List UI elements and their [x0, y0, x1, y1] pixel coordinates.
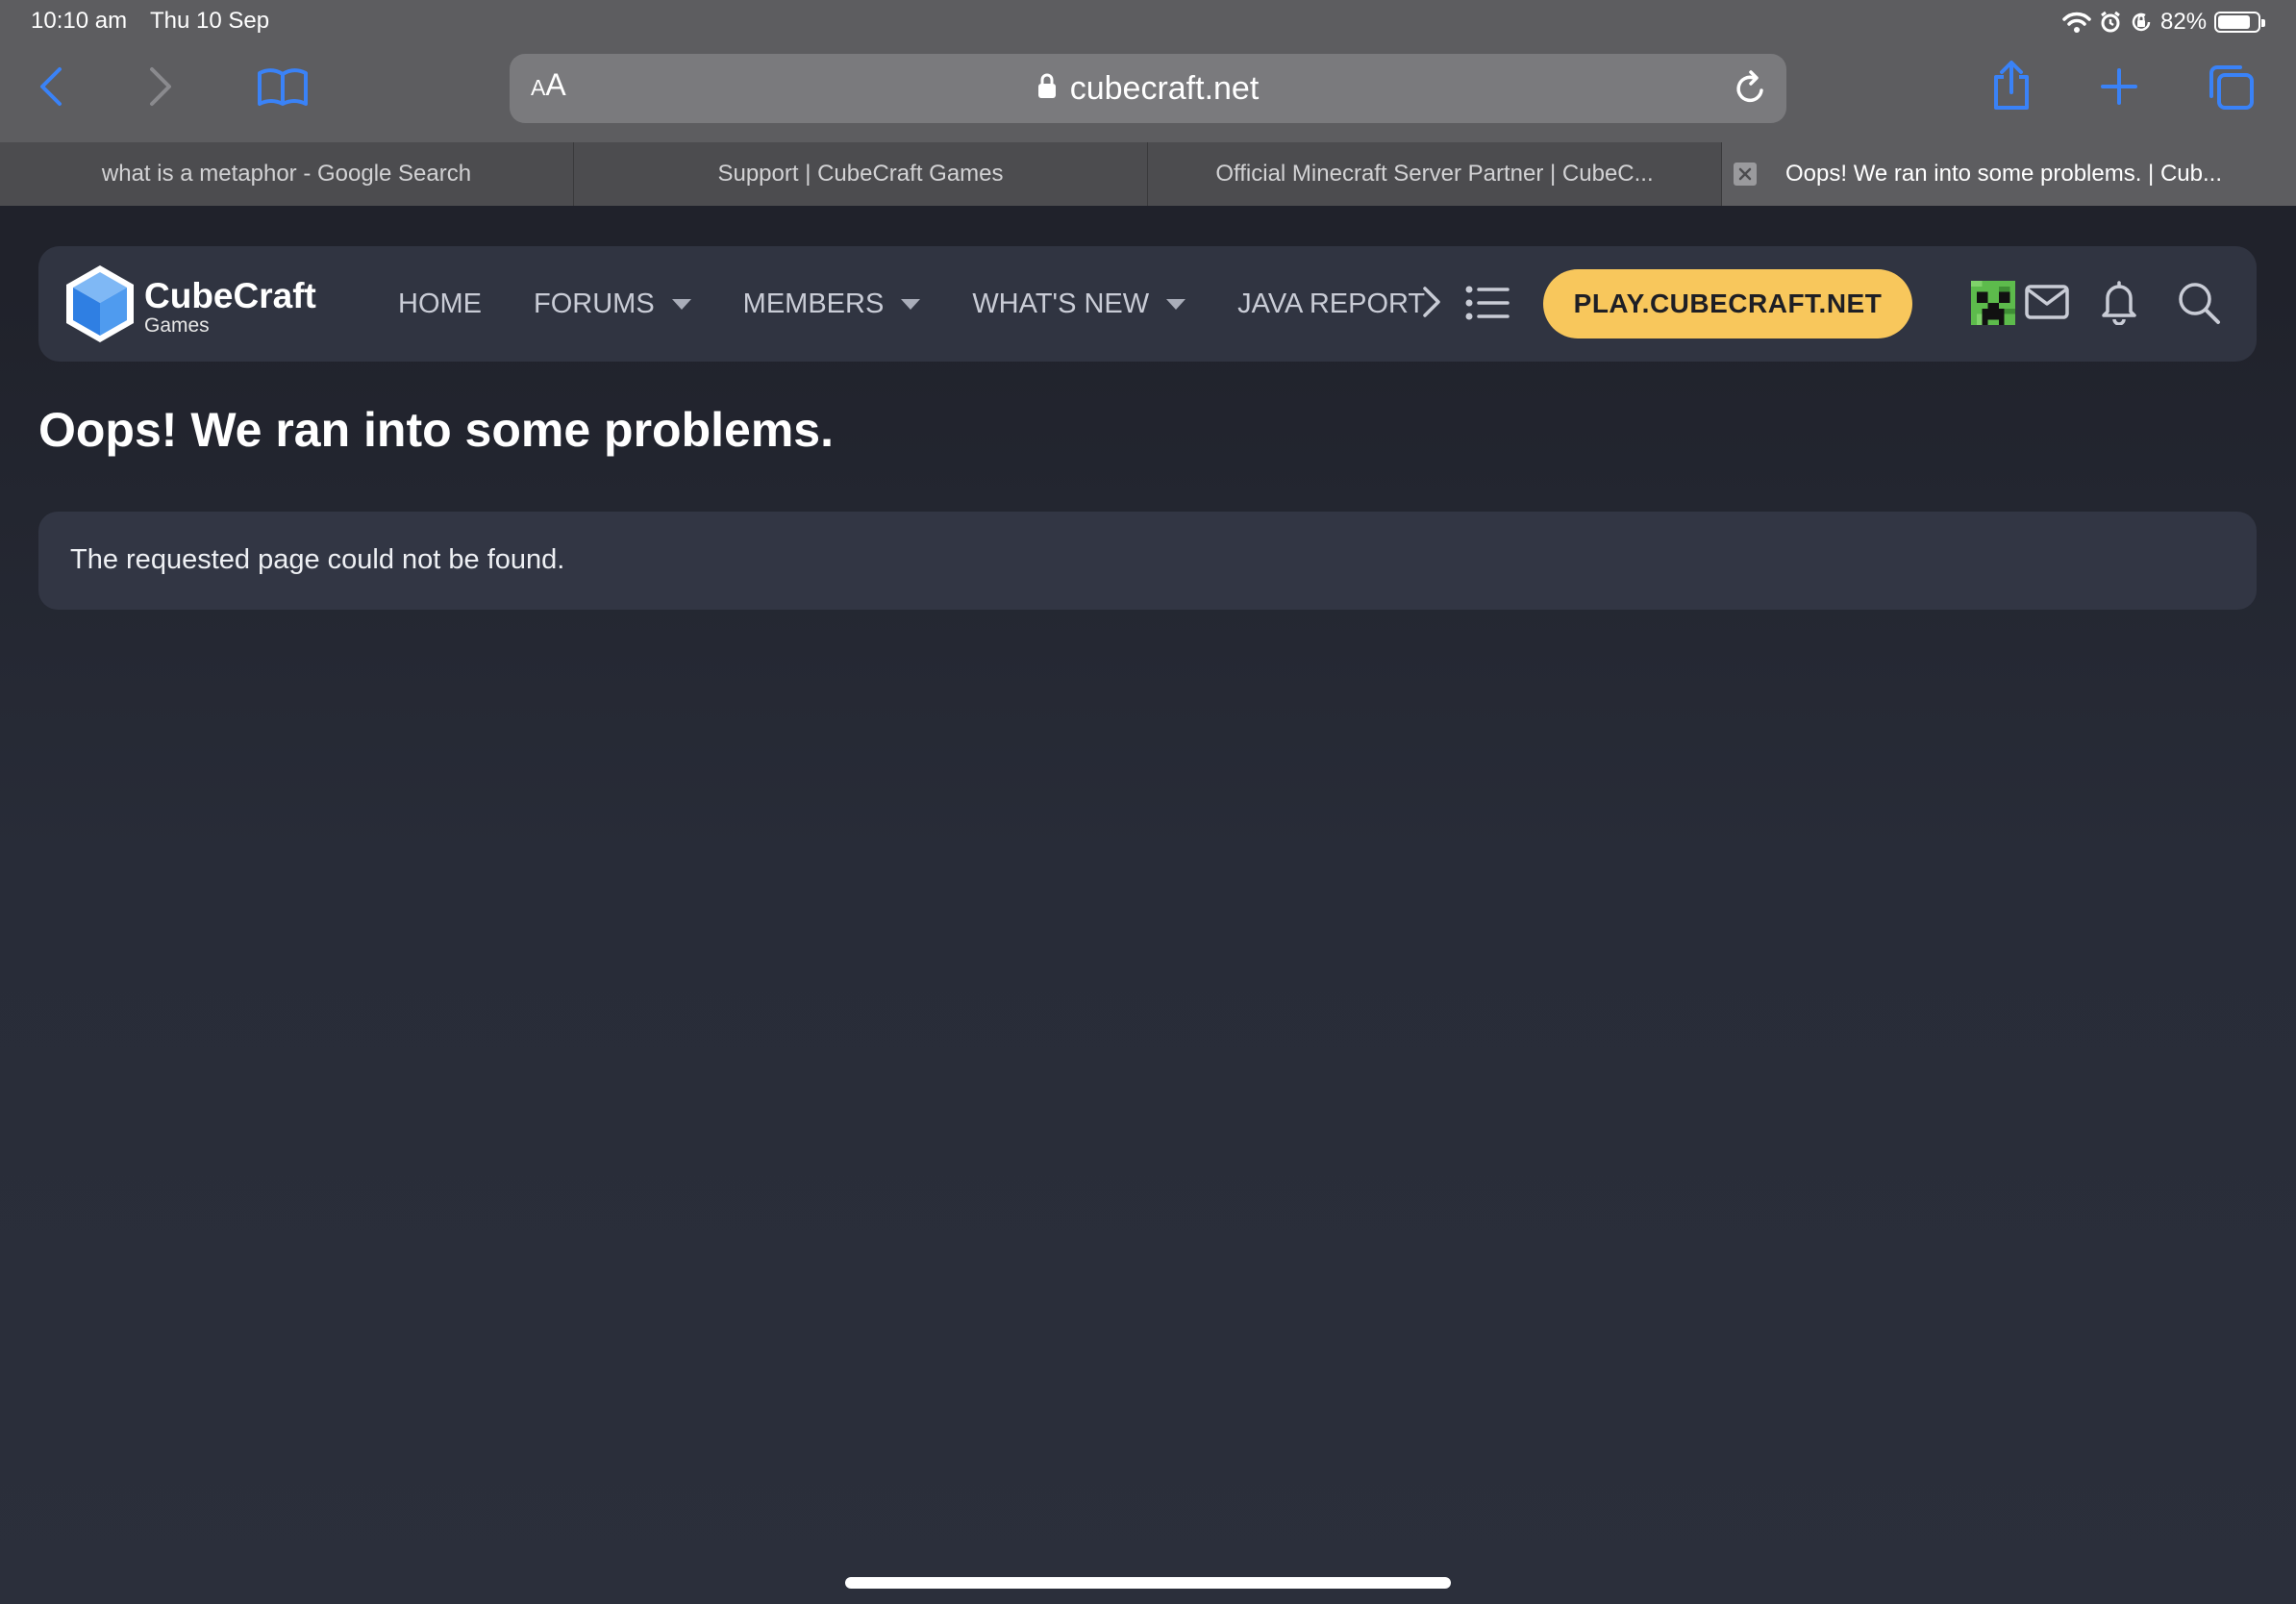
new-tab-icon[interactable] — [2100, 67, 2138, 106]
chevron-down-icon[interactable] — [1166, 298, 1186, 310]
nav-forums[interactable]: FORUMS — [534, 288, 691, 320]
logo-name: CubeCraft — [144, 275, 316, 315]
orientation-lock-icon — [2130, 11, 2153, 34]
forward-icon[interactable] — [146, 65, 175, 108]
tab-title: Support | CubeCraft Games — [717, 161, 1004, 187]
nav-whats-new[interactable]: WHAT'S NEW — [972, 288, 1186, 320]
error-message: The requested page could not be found. — [70, 544, 565, 575]
mail-icon[interactable] — [2024, 283, 2070, 326]
cubecraft-logo[interactable]: CubeCraft Games — [62, 262, 316, 351]
tab-strip: what is a metaphor - Google Search Suppo… — [0, 142, 2296, 206]
share-icon[interactable] — [1990, 60, 2033, 112]
nav-members[interactable]: MEMBERS — [743, 288, 921, 320]
browser-tab[interactable]: Support | CubeCraft Games — [574, 142, 1148, 206]
chevron-right-icon[interactable] — [1421, 285, 1442, 324]
bell-icon[interactable] — [2100, 279, 2138, 330]
tabs-overview-icon[interactable] — [2208, 63, 2256, 112]
tab-title: Official Minecraft Server Partner | Cube… — [1215, 161, 1654, 187]
tab-title: what is a metaphor - Google Search — [101, 161, 472, 187]
logo-subtitle: Games — [144, 313, 210, 337]
status-time: 10:10 am — [31, 8, 128, 34]
browser-tab[interactable]: Official Minecraft Server Partner | Cube… — [1148, 142, 1722, 206]
battery-icon — [2214, 12, 2266, 33]
error-message-block: The requested page could not be found. — [38, 512, 2257, 610]
bookmarks-icon[interactable] — [256, 67, 310, 108]
status-date: Thu 10 Sep — [150, 8, 270, 34]
browser-toolbar: 10:10 am Thu 10 Sep 82% AA cubecraft.net — [0, 0, 2296, 142]
close-tab-icon[interactable] — [1734, 163, 1757, 186]
battery-fill — [2218, 15, 2250, 29]
nav-items: HOME FORUMS MEMBERS WHAT'S NEW JAVA REPO… — [398, 246, 1436, 362]
lock-icon — [1037, 70, 1057, 108]
reload-icon[interactable] — [1733, 69, 1769, 113]
search-icon[interactable] — [2177, 281, 2221, 330]
url-text: cubecraft.net — [1069, 69, 1260, 107]
back-icon[interactable] — [37, 65, 65, 108]
site-navigation: CubeCraft Games HOME FORUMS MEMBERS WHAT… — [38, 246, 2257, 362]
avatar[interactable] — [1971, 281, 2015, 325]
status-indicators: 82% — [2062, 6, 2266, 38]
alarm-icon — [2099, 11, 2122, 34]
chevron-down-icon[interactable] — [901, 298, 921, 310]
nav-java-report[interactable]: JAVA REPORT — [1237, 288, 1425, 320]
page-title: Oops! We ran into some problems. — [38, 403, 834, 457]
battery-percent: 82% — [2160, 9, 2208, 35]
browser-tab[interactable]: what is a metaphor - Google Search — [0, 142, 574, 206]
play-server-button[interactable]: PLAY.CUBECRAFT.NET — [1543, 269, 1912, 338]
cube-logo-icon — [62, 262, 138, 351]
wifi-icon — [2062, 11, 2091, 34]
browser-tab-active[interactable]: Oops! We ran into some problems. | Cub..… — [1722, 142, 2296, 206]
nav-home[interactable]: HOME — [398, 288, 482, 320]
home-indicator[interactable] — [845, 1577, 1451, 1589]
tab-title: Oops! We ran into some problems. | Cub..… — [1785, 161, 2222, 187]
url-bar[interactable]: AA cubecraft.net — [510, 54, 1786, 123]
list-icon[interactable] — [1465, 285, 1510, 326]
chevron-down-icon[interactable] — [671, 298, 691, 310]
